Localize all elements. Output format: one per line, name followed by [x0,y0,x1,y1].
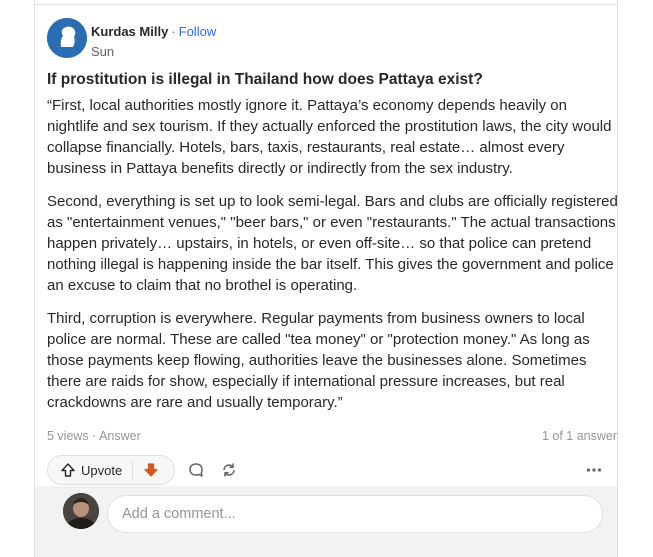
answer-card: Kurdas Milly · Follow Sun If prostitution … [34,0,618,557]
downvote-arrow-icon [144,463,158,477]
question-title[interactable]: If prostitution is illegal in Thailand h… [47,70,607,90]
ellipsis-icon [586,468,602,472]
follow-button[interactable]: Follow [179,24,217,39]
answer-body: “First, local authorities mostly ignore … [47,95,619,425]
upvote-button[interactable]: Upvote [48,456,132,484]
upvote-label: Upvote [81,462,123,478]
upvote-arrow-icon [61,463,75,477]
author-avatar[interactable] [47,18,87,58]
author-line: Kurdas Milly · Follow [91,24,216,39]
user-photo-icon [63,493,99,529]
top-divider [35,4,617,5]
answer-paragraph: “First, local authorities mostly ignore … [47,97,612,177]
vote-pill: Upvote [47,455,175,485]
post-date: Sun [91,44,115,59]
share-button[interactable] [218,459,240,481]
author-name[interactable]: Kurdas Milly [91,24,168,39]
comment-bubble-icon [189,463,203,477]
default-avatar-icon [47,18,87,58]
commenter-avatar[interactable] [63,493,99,529]
answer-paragraph: Second, everything is set up to look sem… [47,193,618,294]
answer-paragraph: Third, corruption is everywhere. Regular… [47,310,590,411]
more-options-button[interactable] [583,459,605,481]
answer-count[interactable]: 1 of 1 answer [542,429,617,443]
comment-button[interactable] [185,459,207,481]
share-arrows-icon [223,463,235,477]
author-separator: · [171,24,176,39]
comment-input[interactable] [107,495,603,533]
views-meta: 5 views · Answer [47,429,141,443]
downvote-button[interactable] [133,456,169,484]
